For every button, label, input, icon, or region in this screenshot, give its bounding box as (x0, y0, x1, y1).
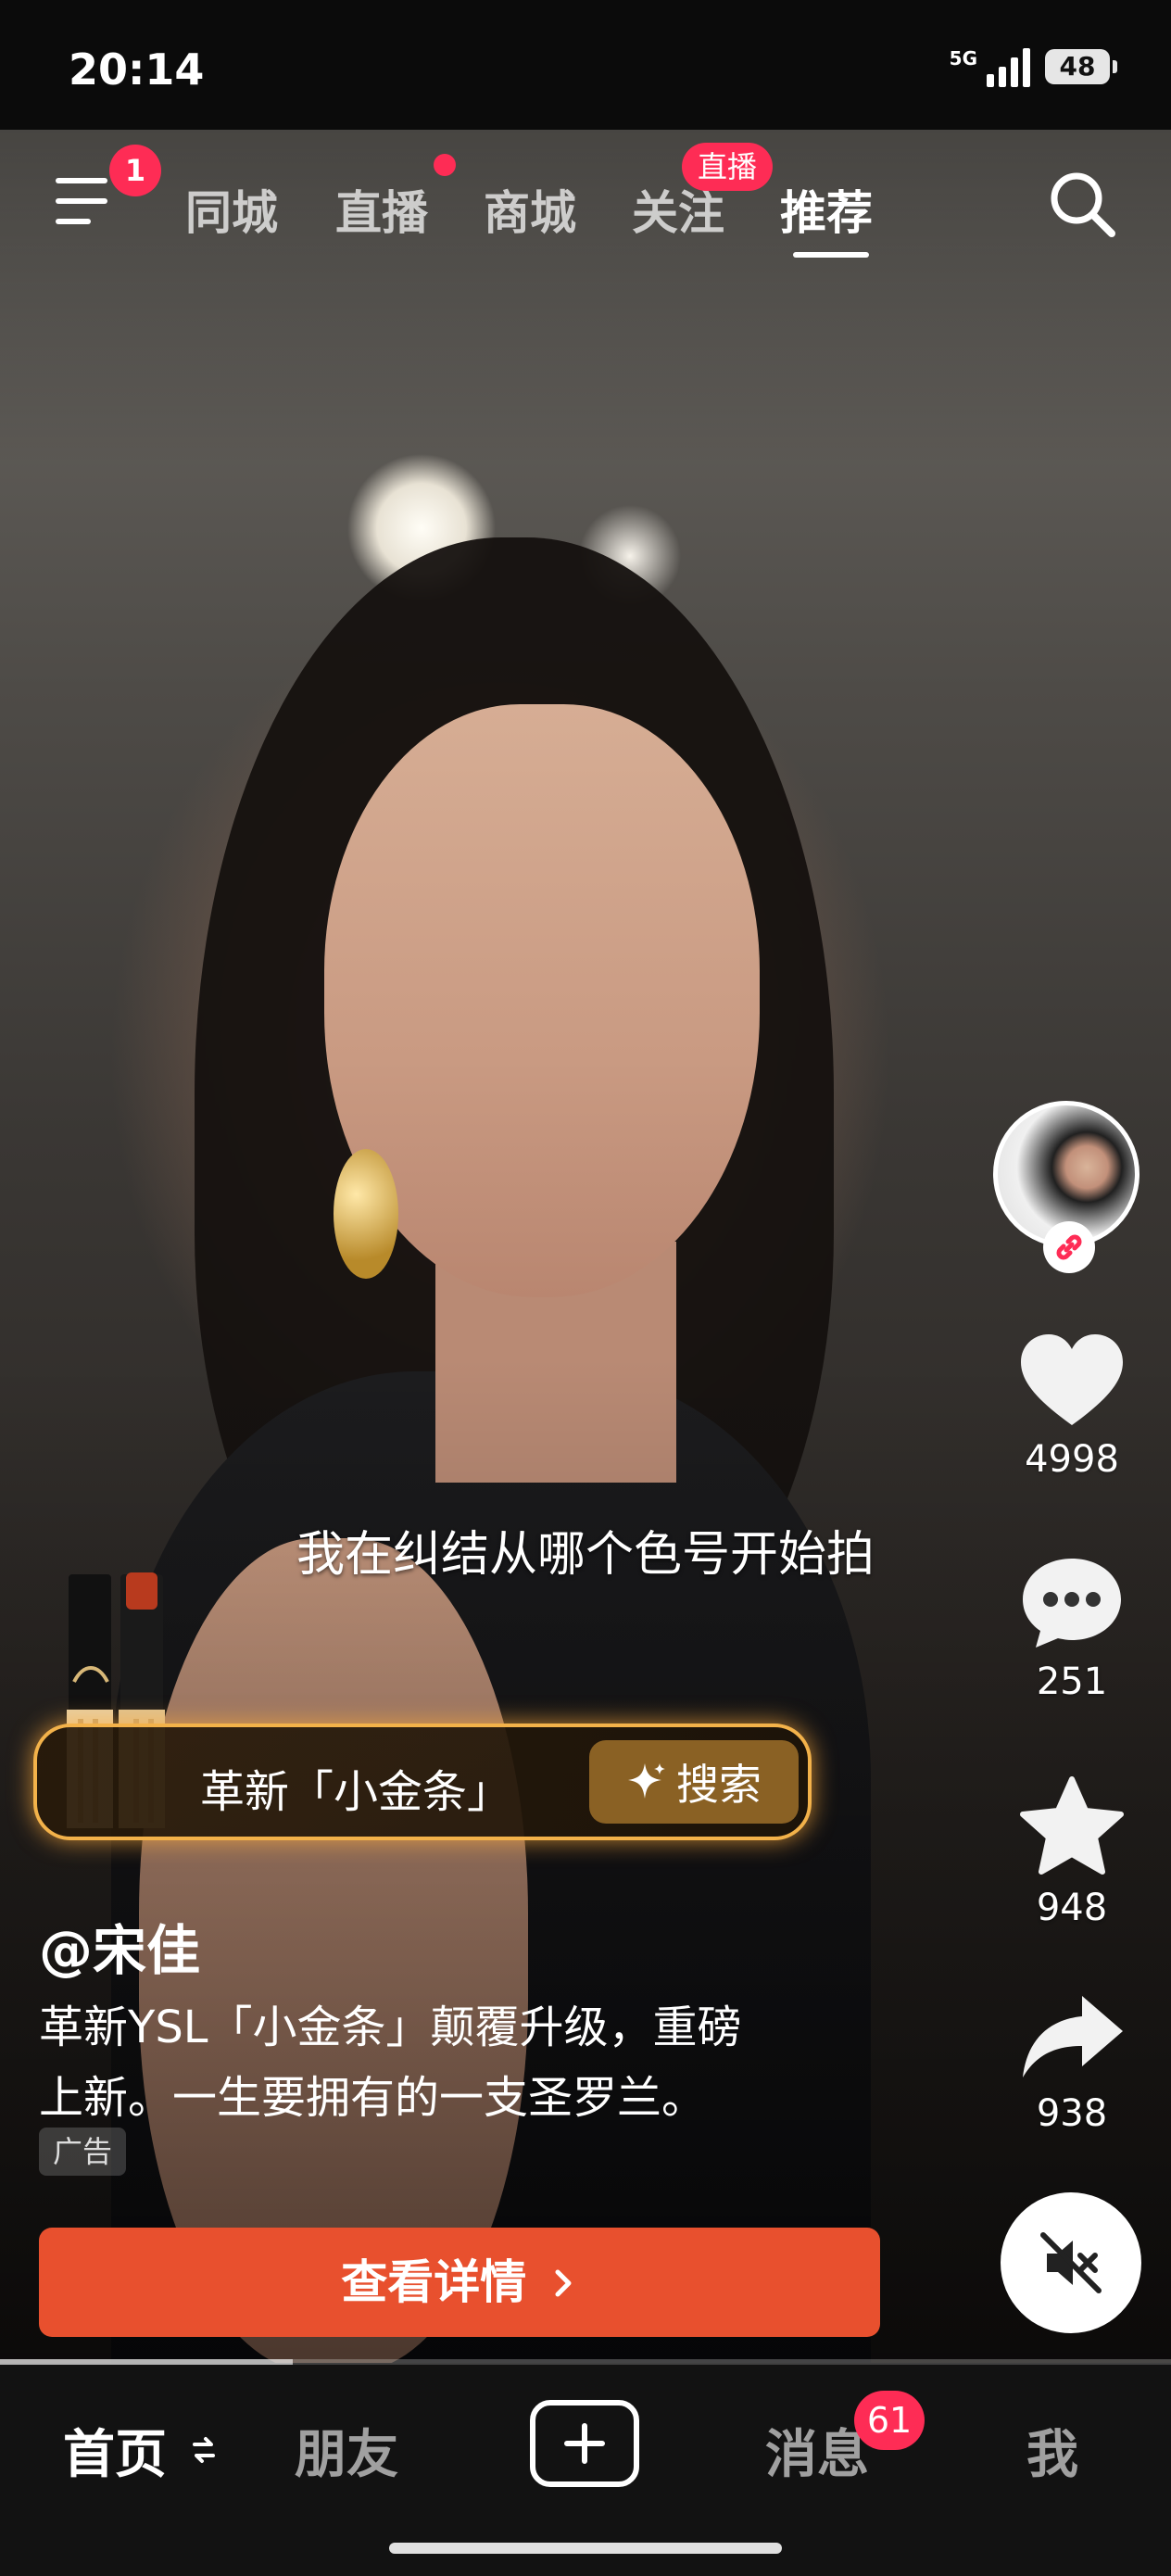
status-bar: 20:14 5G 48 (0, 0, 1171, 130)
live-dot-indicator (434, 154, 456, 176)
active-tab-indicator (793, 252, 869, 258)
status-time: 20:14 (69, 44, 205, 95)
following-live-badge: 直播 (682, 143, 773, 191)
nav-friends[interactable]: 朋友 (295, 2413, 398, 2488)
share-button[interactable]: 938 (993, 1990, 1151, 2135)
swap-arrows-icon (192, 2437, 215, 2463)
share-count: 938 (1036, 2092, 1108, 2135)
post-description-line: 革新YSL「小金条」颠覆升级，重磅 (39, 2001, 742, 2053)
view-details-button[interactable]: 查看详情 (39, 2228, 880, 2337)
tab-mall[interactable]: 商城 (484, 176, 576, 243)
view-details-label: 查看详情 (341, 2255, 527, 2309)
mute-toggle-button[interactable] (1001, 2192, 1141, 2333)
tab-same-city[interactable]: 同城 (185, 176, 278, 243)
search-icon[interactable] (1045, 167, 1119, 241)
share-icon (1023, 1996, 1123, 2077)
product-search-button[interactable]: 搜索 (589, 1740, 799, 1824)
nav-home-label: 首页 (63, 2425, 167, 2485)
sparkle-icon (628, 1763, 665, 1799)
like-button[interactable]: 4998 (993, 1332, 1151, 1481)
tab-live[interactable]: 直播 (335, 176, 428, 243)
product-name: 革新「小金条」 (200, 1766, 512, 1818)
ad-tag: 广告 (39, 2128, 126, 2176)
favorite-count: 948 (1036, 1887, 1108, 1929)
nav-messages[interactable]: 消息 (765, 2413, 869, 2488)
nav-me[interactable]: 我 (1026, 2413, 1078, 2488)
tab-recommended[interactable]: 推荐 (780, 176, 873, 243)
post-description-line: 上新。一生要拥有的一支圣罗兰。 (39, 2072, 707, 2124)
network-type: 5G (949, 47, 977, 69)
status-indicators: 5G 48 (949, 46, 1117, 87)
chevron-right-icon (555, 2269, 572, 2297)
product-search-card[interactable]: 革新「小金条」 搜索 (33, 1724, 812, 1840)
nav-home[interactable]: 首页 (63, 2413, 217, 2488)
post-description: 革新YSL「小金条」颠覆升级，重磅 上新。一生要拥有的一支圣罗兰。 (39, 1992, 873, 2133)
like-count: 4998 (1025, 1438, 1119, 1481)
heart-icon (1021, 1334, 1123, 1425)
speaker-muted-icon (1040, 2232, 1102, 2293)
menu-button[interactable] (56, 174, 117, 230)
comment-count: 251 (1036, 1661, 1108, 1703)
link-icon[interactable] (1043, 1221, 1095, 1273)
author-name[interactable]: @宋佳 (39, 1907, 200, 1985)
star-icon (1020, 1776, 1124, 1875)
comment-icon (1023, 1559, 1121, 1648)
home-indicator (389, 2543, 782, 2554)
create-post-button[interactable] (530, 2400, 639, 2487)
product-search-label: 搜索 (676, 1760, 762, 1810)
top-nav: 1 同城 直播 商城 关注 直播 推荐 (0, 130, 1171, 269)
plus-icon (564, 2423, 605, 2464)
battery-icon: 48 (1045, 49, 1117, 84)
menu-badge: 1 (109, 145, 161, 196)
bottom-nav: 首页 朋友 消息 61 我 (0, 2365, 1171, 2576)
messages-badge: 61 (854, 2391, 925, 2450)
favorite-button[interactable]: 948 (993, 1775, 1151, 1929)
comment-button[interactable]: 251 (993, 1555, 1151, 1703)
signal-icon (987, 46, 1030, 87)
